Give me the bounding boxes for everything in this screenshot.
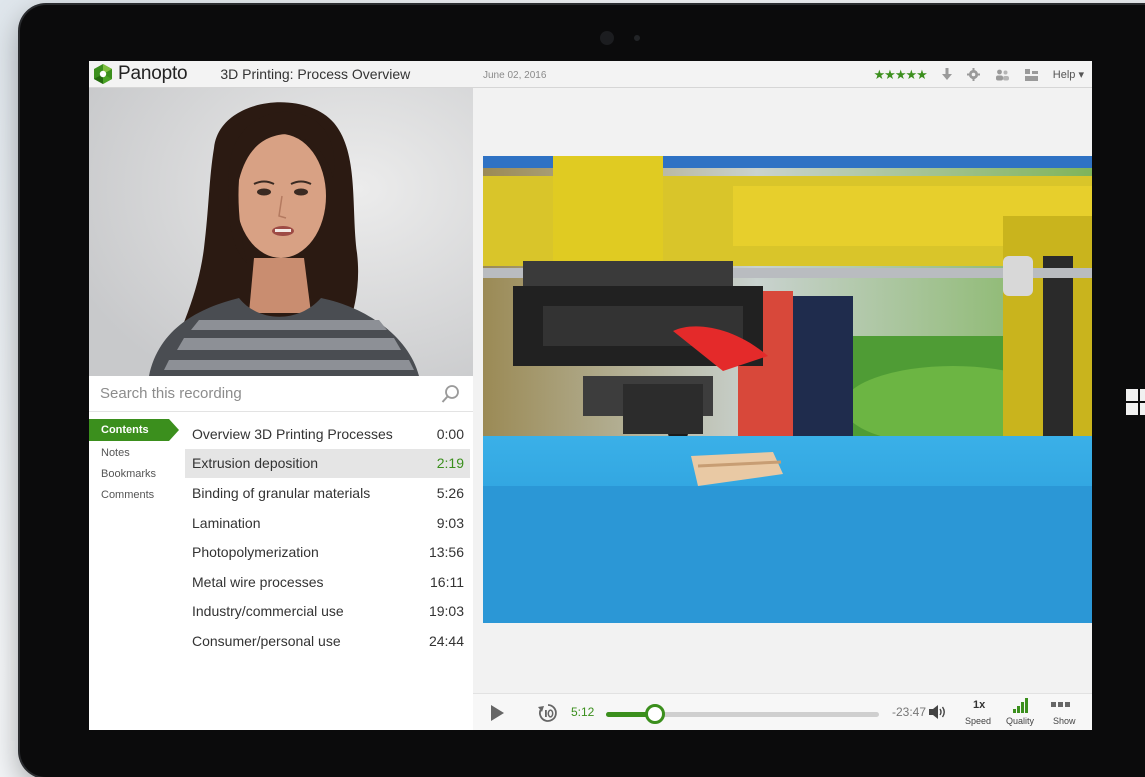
left-pane: Contents Notes Bookmarks Comments Overvi… (89, 88, 473, 730)
contents-item-time: 9:03 (436, 514, 464, 531)
speed-value[interactable]: 1x (973, 699, 985, 711)
contents-item-title: Metal wire processes (192, 573, 324, 590)
rewind-10-icon[interactable] (537, 702, 559, 724)
contents-item-title: Extrusion deposition (192, 455, 319, 472)
contents-item[interactable]: Photopolymerization 13:56 (185, 537, 470, 567)
contents-item-time: 19:03 (428, 603, 464, 620)
search-bar (89, 376, 473, 412)
volume-icon[interactable] (929, 705, 947, 719)
help-menu[interactable]: Help ▾ (1053, 68, 1084, 81)
layout-icon[interactable] (1024, 68, 1038, 81)
side-tabs: Contents Notes Bookmarks Comments (89, 419, 179, 506)
people-icon[interactable] (995, 69, 1010, 81)
current-time: 5:12 (571, 705, 595, 719)
play-icon[interactable] (491, 705, 504, 721)
camera-sensor (634, 35, 640, 41)
contents-item-title: Overview 3D Printing Processes (192, 425, 393, 442)
printer-video[interactable] (483, 156, 1092, 623)
search-icon[interactable] (441, 384, 461, 404)
remaining-time: -23:47 (892, 705, 927, 719)
tab-comments[interactable]: Comments (89, 485, 179, 506)
show-icon[interactable] (1051, 702, 1071, 708)
header-actions: ★★★★★ Help ▾ (874, 61, 1084, 88)
session-date: June 02, 2016 (483, 70, 547, 81)
rating-stars[interactable]: ★★★★★ (874, 67, 928, 83)
contents-item-title: Photopolymerization (192, 544, 319, 561)
main-video-pane (473, 88, 1092, 693)
contents-item-time: 24:44 (428, 632, 464, 649)
seek-handle[interactable] (645, 704, 666, 724)
settings-icon[interactable] (966, 68, 980, 81)
contents-item[interactable]: Industry/commercial use 19:03 (185, 597, 470, 627)
contents-item-time: 0:00 (436, 425, 464, 442)
logo-text: Panopto (118, 63, 188, 84)
contents-item-title: Industry/commercial use (192, 603, 344, 620)
contents-item-time: 5:26 (436, 484, 464, 501)
contents-item[interactable]: Binding of granular materials 5:26 (185, 478, 470, 508)
contents-item-time: 13:56 (428, 544, 464, 561)
panopto-logo[interactable]: Panopto (92, 63, 188, 85)
session-title: 3D Printing: Process Overview (220, 66, 411, 82)
panopto-viewer: Panopto 3D Printing: Process Overview Ju… (89, 61, 1092, 730)
header-bar: Panopto 3D Printing: Process Overview Ju… (89, 61, 1092, 88)
contents-item-title: Lamination (192, 514, 261, 531)
windows-logo-icon[interactable] (1126, 389, 1145, 415)
contents-list: Overview 3D Printing Processes 0:00 Extr… (185, 419, 470, 656)
download-icon[interactable] (941, 68, 952, 81)
tab-contents[interactable]: Contents (89, 419, 179, 441)
speaker-video[interactable] (89, 88, 473, 376)
contents-item-title: Consumer/personal use (192, 632, 341, 649)
panopto-logo-icon (94, 64, 112, 84)
contents-item-time: 16:11 (430, 573, 464, 590)
contents-item[interactable]: Consumer/personal use 24:44 (185, 626, 470, 656)
quality-icon[interactable] (1013, 698, 1029, 713)
contents-item[interactable]: Metal wire processes 16:11 (185, 567, 470, 597)
tab-notes[interactable]: Notes (89, 443, 179, 464)
show-label: Show (1053, 716, 1076, 726)
contents-item-active[interactable]: Extrusion deposition 2:19 (185, 448, 470, 479)
front-camera (600, 31, 614, 45)
speed-label: Speed (965, 716, 992, 726)
contents-item-time: 2:19 (436, 455, 464, 472)
tab-bookmarks[interactable]: Bookmarks (89, 464, 179, 485)
contents-item[interactable]: Lamination 9:03 (185, 508, 470, 538)
contents-item[interactable]: Overview 3D Printing Processes 0:00 (185, 419, 470, 449)
contents-item-title: Binding of granular materials (192, 484, 371, 501)
search-input[interactable] (100, 385, 430, 402)
player-controls: 5:12 -23:47 1x Speed Quality Show (473, 693, 1092, 730)
quality-label: Quality (1006, 716, 1035, 726)
